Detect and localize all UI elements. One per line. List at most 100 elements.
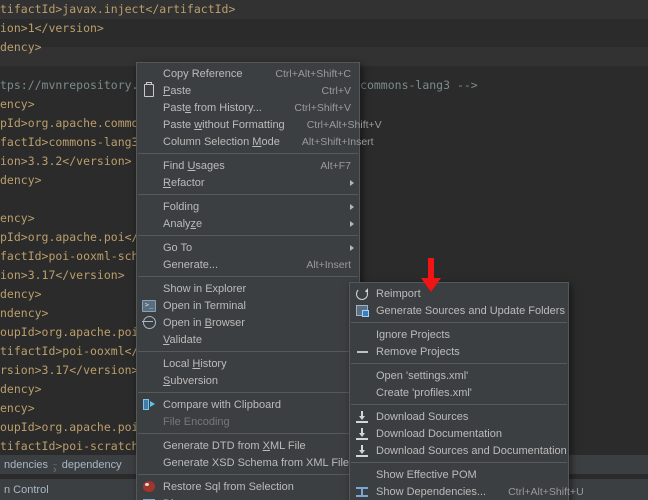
- context-menu-item-diagrams[interactable]: Diagrams: [137, 495, 359, 500]
- context-menu-item-refactor[interactable]: Refactor: [137, 174, 359, 191]
- context-menu-item-compare-with-clipboard[interactable]: Compare with Clipboard: [137, 396, 359, 413]
- context-menu-item-folding[interactable]: Folding: [137, 198, 359, 215]
- no-icon: [355, 369, 369, 383]
- context-menu-separator-28: [138, 474, 358, 475]
- context-menu-item-shortcut: Alt+F7: [320, 159, 351, 172]
- context-menu-item-local-history[interactable]: Local History: [137, 355, 359, 372]
- maven-submenu-item-shortcut: Ctrl+Alt+Shift+U: [508, 485, 584, 498]
- diagram-icon: [355, 485, 369, 499]
- no-icon: [142, 159, 156, 173]
- chevron-right-icon: [350, 220, 354, 227]
- minus-icon: [355, 345, 369, 359]
- maven-submenu-item-open-settings-xml[interactable]: Open 'settings.xml': [350, 367, 568, 384]
- no-icon: [142, 282, 156, 296]
- context-menu-item-label: Analyze: [163, 217, 203, 230]
- context-menu-separator-19: [138, 351, 358, 352]
- maven-submenu-item-download-sources-and-documentation[interactable]: Download Sources and Documentation: [350, 442, 568, 459]
- generate-icon: [355, 304, 369, 318]
- context-menu-item-open-in-browser[interactable]: Open in Browser: [137, 314, 359, 331]
- context-menu-item-label: Go To: [163, 241, 193, 254]
- context-menu-separator-14: [138, 276, 358, 277]
- maven-submenu-item-ignore-projects[interactable]: Ignore Projects: [350, 326, 568, 343]
- context-menu-item-label: Paste from History...: [163, 101, 262, 114]
- maven-submenu[interactable]: Reimport Generate Sources and Update Fold…: [349, 282, 584, 500]
- context-menu-item-find-usages[interactable]: Find Usages Alt+F7: [137, 157, 359, 174]
- breadcrumb-item-1[interactable]: dependency: [62, 459, 122, 471]
- context-menu-item-label: Paste without Formatting: [163, 118, 285, 131]
- context-menu-item-label: Generate DTD from XML File: [163, 439, 306, 452]
- chevron-right-icon: [350, 179, 354, 186]
- maven-submenu-item-remove-projects[interactable]: Remove Projects: [350, 343, 568, 360]
- context-menu-item-label: Paste: [163, 84, 192, 97]
- context-menu-item-go-to[interactable]: Go To: [137, 239, 359, 256]
- context-menu-item-shortcut: Alt+Shift+Insert: [301, 135, 374, 148]
- context-menu-item-generate-dtd-from-xml-file[interactable]: Generate DTD from XML File: [137, 437, 359, 454]
- context-menu-item-validate[interactable]: Validate: [137, 331, 359, 348]
- no-icon: [142, 357, 156, 371]
- context-menu-separator-25: [138, 433, 358, 434]
- arrow-shaft: [428, 258, 434, 280]
- no-icon: [142, 176, 156, 190]
- context-menu-item-label: Generate XSD Schema from XML File...: [163, 456, 359, 469]
- no-icon: [142, 333, 156, 347]
- context-menu-item-label: Compare with Clipboard: [163, 398, 281, 411]
- context-menu-item-label: File Encoding: [163, 415, 230, 428]
- no-icon: [142, 67, 156, 81]
- no-icon: [142, 118, 156, 132]
- no-icon: [142, 415, 156, 429]
- context-menu-item-paste[interactable]: Paste Ctrl+V: [137, 82, 359, 99]
- context-menu-item-label: Folding: [163, 200, 200, 213]
- maven-submenu-item-label: Download Sources and Documentation: [376, 444, 567, 457]
- breadcrumb-item-0[interactable]: ndencies: [4, 459, 48, 471]
- no-icon: [355, 328, 369, 342]
- context-menu-item-subversion[interactable]: Subversion: [137, 372, 359, 389]
- context-menu-item-copy-reference[interactable]: Copy Reference Ctrl+Alt+Shift+C: [137, 65, 359, 82]
- maven-submenu-item-show-dependencies[interactable]: Show Dependencies... Ctrl+Alt+Shift+U: [350, 483, 584, 500]
- no-icon: [355, 468, 369, 482]
- no-icon: [142, 217, 156, 231]
- context-menu-item-show-in-explorer[interactable]: Show in Explorer: [137, 280, 359, 297]
- no-icon: [142, 241, 156, 255]
- context-menu-item-label: Restore Sql from Selection: [163, 480, 294, 493]
- maven-submenu-item-create-profiles-xml[interactable]: Create 'profiles.xml': [350, 384, 568, 401]
- no-icon: [142, 258, 156, 272]
- context-menu-item-shortcut: Ctrl+Alt+Shift+V: [306, 118, 382, 131]
- maven-submenu-separator-8: [351, 404, 567, 405]
- maven-submenu-item-label: Download Documentation: [376, 427, 502, 440]
- context-menu-item-restore-sql-from-selection[interactable]: Restore Sql from Selection: [137, 478, 359, 495]
- globe-icon: [142, 316, 156, 330]
- maven-submenu-item-label: Reimport: [376, 287, 421, 300]
- reload-icon: [355, 287, 369, 301]
- maven-submenu-item-download-sources[interactable]: Download Sources: [350, 408, 568, 425]
- context-menu-item-generate[interactable]: Generate... Alt+Insert: [137, 256, 359, 273]
- context-menu-item-paste-from-history[interactable]: Paste from History... Ctrl+Shift+V: [137, 99, 359, 116]
- maven-submenu-item-show-effective-pom[interactable]: Show Effective POM: [350, 466, 568, 483]
- context-menu-item-label: Column Selection Mode: [163, 135, 280, 148]
- compare-icon: [142, 398, 156, 412]
- diagram-icon: [142, 497, 156, 500]
- ide-window: tifactId>javax.inject</artifactId> ion>1<…: [0, 0, 648, 500]
- status-bar-text[interactable]: n Control: [4, 484, 49, 496]
- breadcrumb-separator: ›: [53, 464, 57, 476]
- sql-icon: [142, 480, 156, 494]
- arrow-head: [421, 278, 441, 292]
- maven-submenu-item-download-documentation[interactable]: Download Documentation: [350, 425, 568, 442]
- context-menu-item-column-selection-mode[interactable]: Column Selection Mode Alt+Shift+Insert: [137, 133, 374, 150]
- no-icon: [142, 200, 156, 214]
- maven-submenu-item-label: Show Dependencies...: [376, 485, 487, 498]
- maven-submenu-item-label: Remove Projects: [376, 345, 460, 358]
- maven-submenu-item-generate-sources-and-update-folders[interactable]: Generate Sources and Update Folders: [350, 302, 568, 319]
- editor-context-menu[interactable]: Copy Reference Ctrl+Alt+Shift+C Paste Ctrl+…: [136, 62, 382, 500]
- maven-submenu-item-label: Ignore Projects: [376, 328, 450, 341]
- context-menu-item-open-in-terminal[interactable]: >_ Open in Terminal: [137, 297, 359, 314]
- context-menu-item-analyze[interactable]: Analyze: [137, 215, 359, 232]
- context-menu-item-paste-without-formatting[interactable]: Paste without Formatting Ctrl+Alt+Shift+V: [137, 116, 382, 133]
- maven-submenu-separator-12: [351, 462, 567, 463]
- context-menu-separator-22: [138, 392, 358, 393]
- code-line-0: tifactId>javax.inject</artifactId>: [0, 2, 236, 16]
- download-icon: [355, 427, 369, 441]
- context-menu-item-label: Subversion: [163, 374, 219, 387]
- maven-submenu-separator-2: [351, 322, 567, 323]
- context-menu-item-generate-xsd-schema-from-xml-file[interactable]: Generate XSD Schema from XML File...: [137, 454, 359, 471]
- maven-submenu-item-reimport[interactable]: Reimport: [350, 285, 568, 302]
